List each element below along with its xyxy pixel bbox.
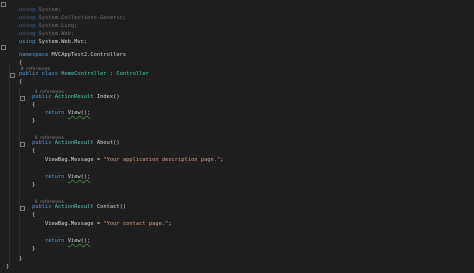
code-line-class-open: { (6, 79, 22, 86)
keyword: return (44, 174, 65, 180)
brace: { (31, 212, 36, 218)
code-line-namespace: namespace MVCAppTest2.Controllers (6, 45, 126, 58)
return-call: View(); (67, 238, 91, 244)
code-line-using-3: using System.Linq; (6, 16, 77, 29)
method-name: Contact() (96, 204, 127, 210)
code-line-method-about: public ActionResult About() (6, 140, 120, 147)
code-line-using-2: using System.Collections.Generic; (6, 8, 126, 21)
code-line-return: return View(); (6, 238, 90, 245)
code-line-class: public class HomeController : Controller (6, 71, 149, 78)
code-line-viewbag: ViewBag.Message = "Your application desc… (6, 157, 224, 164)
brace: { (31, 148, 36, 154)
code-line-brace: } (6, 182, 35, 189)
keyword: public (18, 71, 39, 77)
code-line-return: return View(); (6, 174, 90, 181)
editor-gutter (0, 0, 5, 273)
code-line-brace: { (6, 148, 35, 155)
string-literal: "Your application description page." (103, 157, 221, 163)
code-line-brace: } (6, 118, 35, 125)
viewbag-assignment: ViewBag.Message = (44, 157, 101, 163)
code-line-using-1: using System; (6, 0, 61, 13)
code-line-method-contact: public ActionResult Contact() (6, 204, 126, 211)
code-line-brace: } (6, 246, 35, 253)
brace: { (31, 102, 36, 108)
keyword: class (41, 71, 58, 77)
class-name: HomeController (61, 71, 107, 77)
code-line-viewbag: ViewBag.Message = "Your contact page."; (6, 221, 172, 228)
string-literal: "Your contact page." (103, 221, 169, 227)
return-call: View(); (67, 174, 91, 180)
code-line-brace: { (6, 102, 35, 109)
base-class-name: Controller (116, 71, 149, 77)
keyword: namespace (18, 52, 49, 58)
code-line-return: return View(); (6, 110, 90, 117)
keyword: return (44, 238, 65, 244)
method-name: Index() (96, 94, 120, 100)
code-line-namespace-open: { (6, 53, 22, 66)
viewbag-assignment: ViewBag.Message = (44, 221, 101, 227)
namespace-name: MVCAppTest2.Controllers (51, 52, 127, 58)
keyword: public (31, 94, 52, 100)
code-line-method-index: public ActionResult Index() (6, 94, 120, 101)
semicolon: ; (168, 221, 172, 227)
method-name: About() (96, 140, 120, 146)
keyword: return (44, 110, 65, 116)
return-type: ActionResult (54, 94, 94, 100)
return-type: ActionResult (54, 204, 94, 210)
code-line-class-close: } (6, 256, 22, 263)
brace: } (31, 118, 36, 124)
colon: : (109, 71, 114, 77)
code-line-namespace-close: } (6, 264, 9, 271)
code-line-using-5: using System.Web.Mvc; (6, 32, 87, 45)
semicolon: ; (220, 157, 224, 163)
keyword: public (31, 204, 52, 210)
code-line-brace: { (6, 212, 35, 219)
keyword: public (31, 140, 52, 146)
return-call: View(); (67, 110, 91, 116)
brace: } (18, 256, 23, 262)
return-type: ActionResult (54, 140, 94, 146)
code-line-using-4: using System.Web; (6, 24, 74, 37)
brace: } (31, 246, 36, 252)
brace: } (6, 264, 10, 270)
brace: } (31, 182, 36, 188)
brace: { (18, 79, 23, 85)
code-editor[interactable]: using System; using System.Collections.G… (0, 0, 474, 273)
